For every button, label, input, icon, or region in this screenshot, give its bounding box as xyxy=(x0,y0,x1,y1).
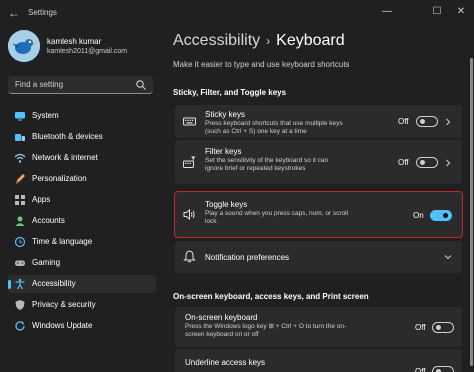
sidebar-item-accessibility[interactable]: Accessibility xyxy=(8,275,156,293)
setting-card-notification-preferences[interactable]: Notification preferences xyxy=(175,241,462,273)
close-icon[interactable]: ✕ xyxy=(452,4,470,20)
sidebar-item-label: Accessibility xyxy=(32,279,76,288)
sidebar-item-gaming[interactable]: Gaming xyxy=(8,254,156,272)
card-title: Toggle keys xyxy=(205,200,248,209)
card-title: On-screen keyboard xyxy=(185,313,258,322)
setting-card-underline-access-keys[interactable]: Underline access keys Off xyxy=(175,349,462,372)
section-title: On-screen keyboard, access keys, and Pri… xyxy=(173,292,369,301)
title-bar: ← Settings — ☐ ✕ xyxy=(0,0,474,26)
scrollbar[interactable] xyxy=(470,58,473,366)
card-title: Underline access keys xyxy=(185,358,266,367)
active-indicator xyxy=(8,280,11,289)
keyboard-icon xyxy=(183,117,196,126)
card-description: Set the sensitivity of the keyboard so i… xyxy=(205,157,329,172)
sticky-keys-toggle[interactable] xyxy=(416,116,438,127)
sidebar-item-privacy[interactable]: Privacy & security xyxy=(8,296,156,314)
search-input[interactable]: Find a setting xyxy=(8,76,153,94)
sidebar-item-label: Personalization xyxy=(32,174,87,183)
brush-icon xyxy=(16,174,25,184)
bell-icon xyxy=(183,250,196,263)
sidebar-item-label: Gaming xyxy=(32,258,61,267)
sidebar-item-label: Bluetooth & devices xyxy=(32,132,103,141)
avatar-bird-icon xyxy=(8,30,40,62)
toggle-state-label: Off xyxy=(415,367,426,372)
breadcrumb-parent[interactable]: Accessibility xyxy=(173,32,260,49)
user-email: kamlesh2011@gmail.com xyxy=(47,48,128,55)
sidebar-item-bluetooth[interactable]: Bluetooth & devices xyxy=(8,128,156,146)
speaker-icon xyxy=(183,208,195,221)
sidebar-item-label: Privacy & security xyxy=(32,300,96,309)
sidebar-item-label: Accounts xyxy=(32,216,65,225)
page-title: Keyboard xyxy=(276,32,345,49)
sidebar-item-system[interactable]: System xyxy=(8,107,156,125)
sidebar-item-personalization[interactable]: Personalization xyxy=(8,170,156,188)
card-title: Notification preferences xyxy=(205,253,290,262)
search-placeholder: Find a setting xyxy=(15,80,64,89)
update-icon xyxy=(15,321,25,331)
toggle-state-label: Off xyxy=(398,117,409,126)
window-title: Settings xyxy=(28,8,57,17)
section-title: Sticky, Filter, and Toggle keys xyxy=(173,88,287,97)
main-content: Accessibility › Keyboard Make it easier to… xyxy=(160,26,474,372)
accessibility-icon xyxy=(15,278,25,290)
sidebar-item-label: Apps xyxy=(32,195,51,204)
sidebar-item-accounts[interactable]: Accounts xyxy=(8,212,156,230)
setting-card-filter-keys[interactable]: Filter keys Set the sensitivity of the k… xyxy=(175,140,462,184)
filter-keys-toggle[interactable] xyxy=(416,157,438,168)
underline-access-keys-toggle[interactable] xyxy=(432,366,454,372)
chevron-right-icon xyxy=(446,118,451,126)
card-title: Sticky keys xyxy=(205,110,246,119)
globe-clock-icon xyxy=(14,236,26,248)
sidebar-item-network[interactable]: Network & internet xyxy=(8,149,156,167)
card-title: Filter keys xyxy=(205,147,242,156)
setting-card-sticky-keys[interactable]: Sticky keys Press keyboard shortcuts tha… xyxy=(175,105,462,138)
breadcrumb: Accessibility › Keyboard xyxy=(173,32,345,50)
gamepad-icon xyxy=(15,260,25,266)
sidebar-item-label: Network & internet xyxy=(32,153,98,162)
sidebar-item-apps[interactable]: Apps xyxy=(8,191,156,209)
on-screen-keyboard-toggle[interactable] xyxy=(432,322,454,333)
chevron-down-icon xyxy=(444,255,452,260)
sidebar-item-label: Time & language xyxy=(32,237,93,246)
page-subtitle: Make it easier to type and use keyboard … xyxy=(173,60,350,69)
monitor-icon xyxy=(15,112,25,121)
toggle-state-label: Off xyxy=(415,323,426,332)
card-description: Play a sound when you press caps, num, o… xyxy=(205,210,349,225)
person-icon xyxy=(15,216,25,226)
maximize-icon[interactable]: ☐ xyxy=(428,4,446,20)
sidebar-item-label: Windows Update xyxy=(32,321,93,330)
setting-card-toggle-keys[interactable]: Toggle keys Play a sound when you press … xyxy=(174,191,463,238)
shield-icon xyxy=(15,300,25,310)
sidebar: kamlesh kumar kamlesh2011@gmail.com Find… xyxy=(0,26,160,372)
sidebar-item-time-language[interactable]: Time & language xyxy=(8,233,156,251)
breadcrumb-separator: › xyxy=(266,34,271,48)
setting-card-on-screen-keyboard[interactable]: On-screen keyboard Press the Windows log… xyxy=(175,307,462,347)
card-description: Press keyboard shortcuts that use multip… xyxy=(205,120,343,135)
filter-keyboard-icon xyxy=(183,156,196,168)
apps-icon xyxy=(15,195,25,205)
toggle-state-label: On xyxy=(413,211,424,220)
back-arrow-icon[interactable]: ← xyxy=(6,5,22,21)
bluetooth-icon xyxy=(15,134,25,141)
wifi-icon xyxy=(14,153,26,163)
avatar[interactable] xyxy=(8,30,40,62)
chevron-right-icon xyxy=(446,159,451,167)
card-description: Press the Windows logo key ⊞ + Ctrl + O … xyxy=(185,323,347,338)
minimize-icon[interactable]: — xyxy=(378,4,396,20)
user-name: kamlesh kumar xyxy=(47,37,102,46)
sidebar-item-windows-update[interactable]: Windows Update xyxy=(8,317,156,335)
sidebar-item-label: System xyxy=(32,111,59,120)
toggle-state-label: Off xyxy=(398,158,409,167)
toggle-keys-toggle[interactable] xyxy=(430,210,452,221)
search-icon[interactable] xyxy=(135,79,147,91)
